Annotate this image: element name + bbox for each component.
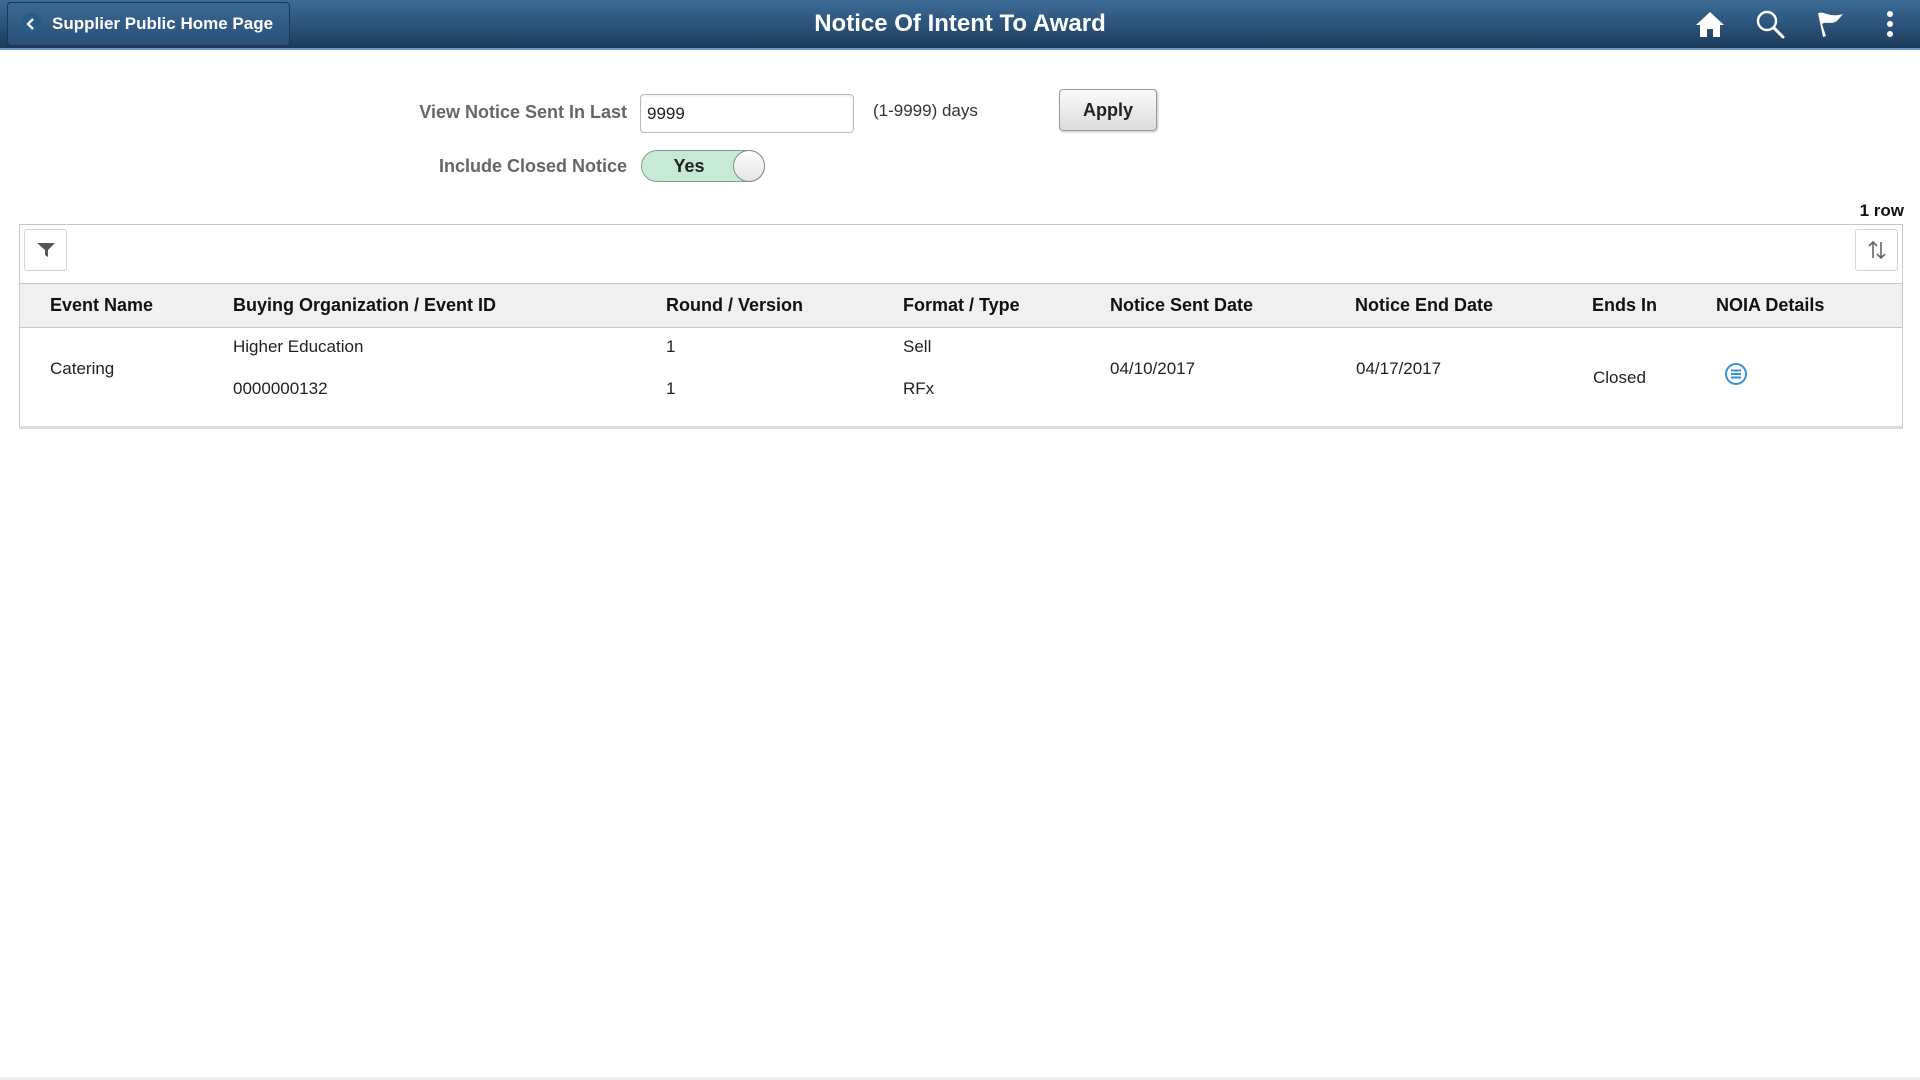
- filter-button[interactable]: [24, 229, 67, 271]
- column-buying-org-event-id[interactable]: Buying Organization / Event ID: [233, 284, 496, 327]
- search-icon[interactable]: [1740, 0, 1800, 48]
- table-row[interactable]: Catering Higher Education 0000000132 1 1…: [20, 328, 1902, 427]
- noia-details-button[interactable]: [1724, 362, 1748, 391]
- event-name-cell: Catering: [50, 359, 115, 378]
- version-cell: 1: [666, 379, 676, 398]
- notice-sent-date-cell: 04/10/2017: [1110, 359, 1196, 378]
- toggle-state-label: Yes: [673, 156, 705, 176]
- days-filter-label: View Notice Sent In Last: [419, 102, 627, 122]
- event-id-cell: 0000000132: [233, 379, 328, 398]
- notice-end-date-cell: 04/17/2017: [1356, 359, 1442, 378]
- column-ends-in[interactable]: Ends In: [1592, 284, 1657, 327]
- flag-icon[interactable]: [1800, 0, 1860, 48]
- row-count: 1 row: [1859, 201, 1904, 220]
- days-input[interactable]: [640, 94, 854, 133]
- chevron-left-icon: [20, 13, 42, 35]
- app-banner: Supplier Public Home Page Notice Of Inte…: [0, 0, 1920, 50]
- column-format-type[interactable]: Format / Type: [903, 284, 1020, 327]
- grid-header: Event Name Buying Organization / Event I…: [20, 283, 1902, 328]
- more-options-icon[interactable]: [1860, 0, 1920, 48]
- sort-icon: [1867, 240, 1886, 260]
- column-round-version[interactable]: Round / Version: [666, 284, 803, 327]
- include-closed-label: Include Closed Notice: [438, 156, 627, 176]
- ends-in-cell: Closed: [1593, 368, 1646, 387]
- back-button-label: Supplier Public Home Page: [52, 14, 274, 33]
- header-actions: [1680, 0, 1920, 48]
- include-closed-toggle[interactable]: Yes: [641, 150, 765, 182]
- back-to-supplier-home-button[interactable]: Supplier Public Home Page: [7, 2, 290, 46]
- column-notice-sent-date[interactable]: Notice Sent Date: [1110, 284, 1253, 327]
- buying-org-cell: Higher Education: [233, 337, 364, 356]
- days-range-hint: (1-9999) days: [873, 101, 978, 120]
- toggle-knob: [733, 150, 765, 182]
- grid-toolbar: [20, 225, 1902, 283]
- column-notice-end-date[interactable]: Notice End Date: [1355, 284, 1493, 327]
- sort-button[interactable]: [1855, 229, 1898, 271]
- format-cell: Sell: [903, 337, 932, 356]
- notice-grid: Event Name Buying Organization / Event I…: [19, 224, 1903, 429]
- home-icon[interactable]: [1680, 0, 1740, 48]
- filter-icon: [36, 243, 55, 257]
- column-noia-details[interactable]: NOIA Details: [1716, 284, 1824, 327]
- column-event-name[interactable]: Event Name: [50, 284, 153, 327]
- apply-button[interactable]: Apply: [1059, 89, 1157, 131]
- type-cell: RFx: [903, 379, 935, 398]
- round-cell: 1: [666, 337, 676, 356]
- details-list-icon: [1725, 363, 1747, 385]
